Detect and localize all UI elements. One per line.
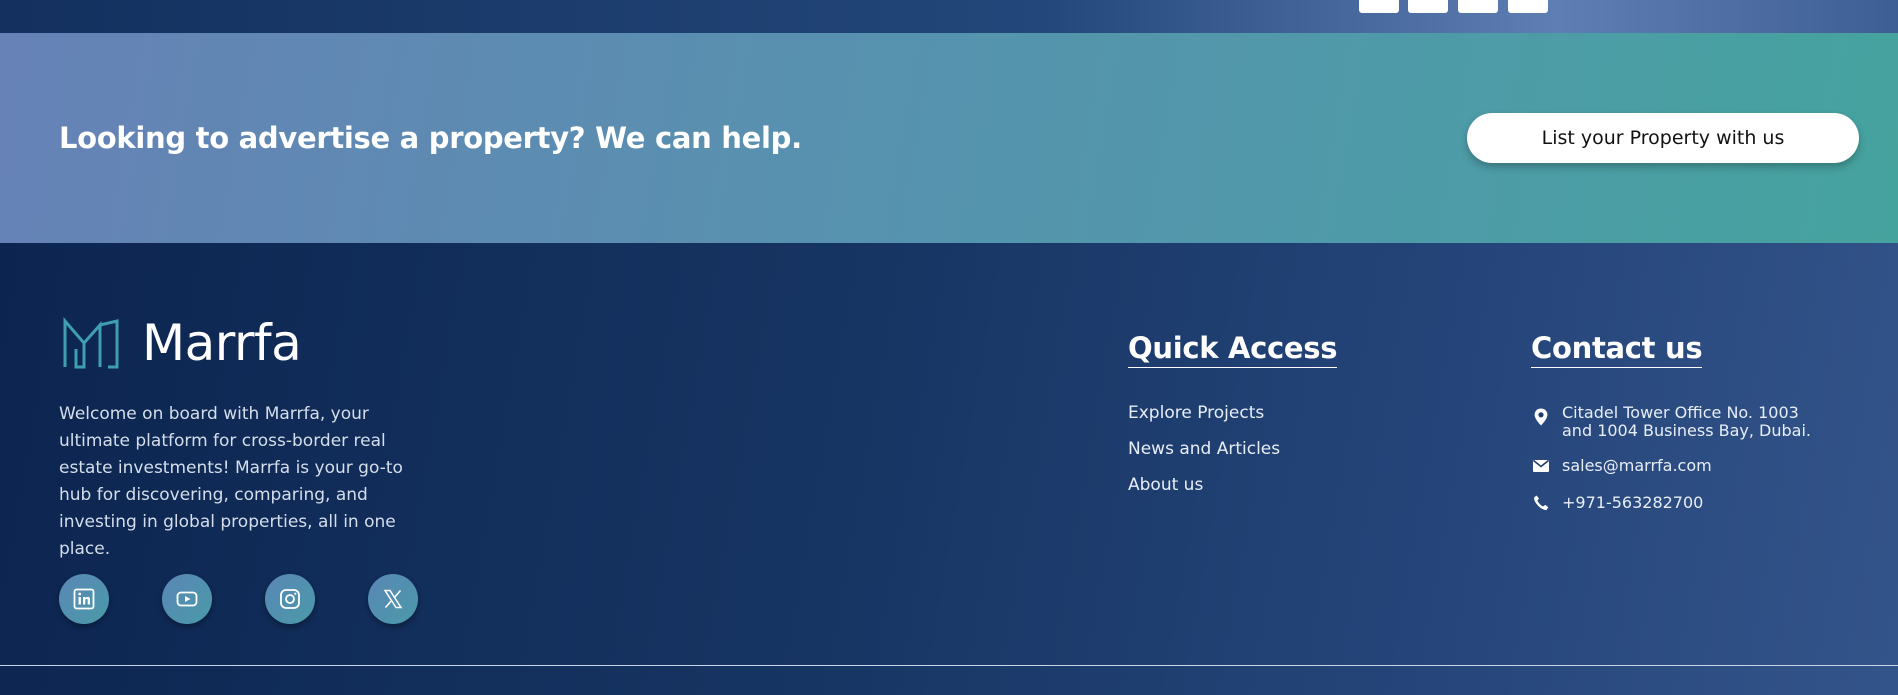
instagram-link[interactable] bbox=[265, 574, 315, 624]
address-text: Citadel Tower Office No. 1003 and 1004 B… bbox=[1562, 403, 1812, 440]
thumbnail-4[interactable] bbox=[1508, 0, 1548, 13]
contact-phone[interactable]: +971-563282700 bbox=[1531, 493, 1832, 513]
phone-text: +971-563282700 bbox=[1562, 493, 1704, 512]
footer-divider bbox=[0, 665, 1898, 666]
youtube-icon bbox=[176, 591, 198, 607]
location-pin-icon bbox=[1534, 408, 1548, 426]
site-footer: Marrfa Welcome on board with Marrfa, you… bbox=[0, 243, 1898, 695]
list-property-button[interactable]: List your Property with us bbox=[1467, 113, 1859, 163]
cta-banner: Looking to advertise a property? We can … bbox=[0, 33, 1898, 243]
social-links bbox=[59, 574, 418, 624]
mail-icon bbox=[1533, 459, 1549, 472]
contact-email[interactable]: sales@marrfa.com bbox=[1531, 456, 1832, 476]
contact-list: Citadel Tower Office No. 1003 and 1004 B… bbox=[1531, 404, 1832, 513]
thumbnail-2[interactable] bbox=[1408, 0, 1448, 13]
thumbnail-1[interactable] bbox=[1359, 0, 1399, 13]
thumbnail-3[interactable] bbox=[1458, 0, 1498, 13]
linkedin-link[interactable] bbox=[59, 574, 109, 624]
quick-access-list: Explore Projects News and Articles About… bbox=[1128, 402, 1280, 510]
brand[interactable]: Marrfa bbox=[62, 314, 302, 372]
phone-icon bbox=[1534, 495, 1549, 511]
email-text: sales@marrfa.com bbox=[1562, 456, 1712, 475]
linkedin-icon bbox=[73, 588, 95, 610]
youtube-link[interactable] bbox=[162, 574, 212, 624]
cta-headline: Looking to advertise a property? We can … bbox=[59, 121, 802, 155]
contact-title: Contact us bbox=[1531, 331, 1703, 368]
x-link[interactable] bbox=[368, 574, 418, 624]
link-about-us[interactable]: About us bbox=[1128, 474, 1280, 510]
about-text: Welcome on board with Marrfa, your ultim… bbox=[59, 404, 403, 559]
top-strip bbox=[0, 0, 1898, 33]
instagram-icon bbox=[280, 589, 300, 609]
quick-access-title: Quick Access bbox=[1128, 331, 1338, 368]
link-news-articles[interactable]: News and Articles bbox=[1128, 438, 1280, 474]
link-explore-projects[interactable]: Explore Projects bbox=[1128, 402, 1280, 438]
marrfa-logo-icon bbox=[63, 317, 119, 369]
brand-name: Marrfa bbox=[142, 314, 302, 372]
contact-address: Citadel Tower Office No. 1003 and 1004 B… bbox=[1531, 404, 1832, 440]
x-icon bbox=[383, 589, 403, 609]
